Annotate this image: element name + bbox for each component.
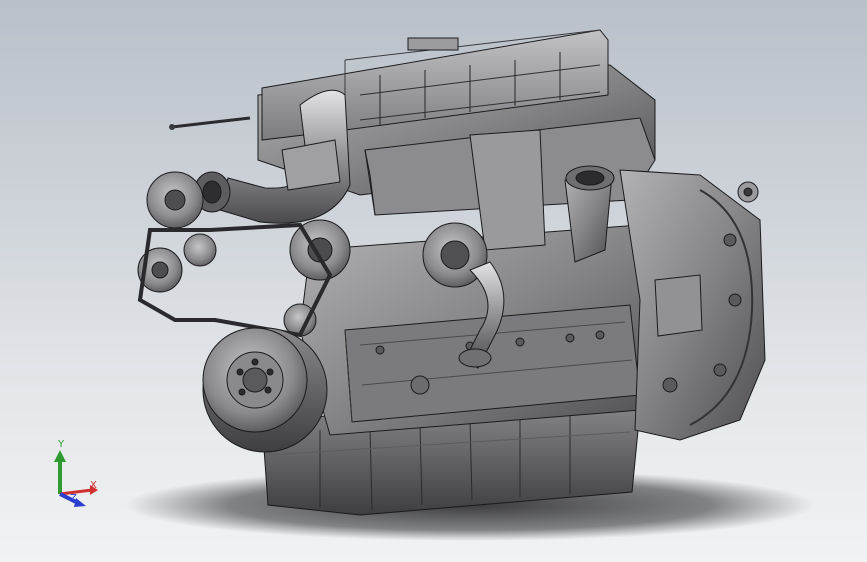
y-axis-label: Y [58,439,65,450]
flywheel-housing[interactable] [619,169,766,441]
x-axis-label: X [90,480,97,491]
engine-model[interactable] [0,0,867,562]
z-axis-label: Z [70,493,77,504]
graphics-viewport[interactable]: Y X Z [0,0,867,562]
coordinate-triad: Y X Z [40,438,110,508]
lifting-eye[interactable] [737,181,759,203]
y-axis-arrow [54,450,66,494]
crankshaft-pulley[interactable] [202,327,328,453]
dipstick[interactable] [169,116,251,130]
